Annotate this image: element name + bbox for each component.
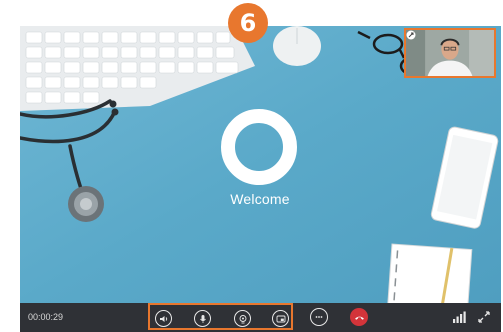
step-number: 6 bbox=[239, 9, 257, 37]
participant-video-image bbox=[406, 30, 494, 76]
video-stage: Welcome bbox=[20, 26, 501, 306]
camera-button[interactable] bbox=[234, 310, 251, 327]
screen-share-icon bbox=[276, 315, 285, 322]
call-toolbar: 00:00:29 bbox=[20, 303, 501, 332]
expand-icon[interactable] bbox=[406, 30, 416, 40]
screen-share-button[interactable] bbox=[272, 310, 289, 327]
call-timer: 00:00:29 bbox=[28, 312, 64, 322]
more-options-icon bbox=[315, 316, 323, 318]
more-options-button[interactable] bbox=[310, 308, 328, 326]
fullscreen-icon[interactable] bbox=[477, 310, 491, 324]
speaker-icon bbox=[159, 315, 167, 322]
camera-icon bbox=[239, 314, 246, 323]
welcome-label: Welcome bbox=[230, 191, 290, 207]
microphone-button[interactable] bbox=[194, 310, 211, 327]
media-controls-highlight bbox=[148, 303, 293, 330]
speaker-button[interactable] bbox=[155, 310, 172, 327]
microphone-icon bbox=[199, 314, 206, 323]
self-view-video[interactable] bbox=[404, 28, 496, 78]
welcome-logo bbox=[221, 109, 297, 185]
hang-up-button[interactable] bbox=[350, 308, 368, 326]
hang-up-icon bbox=[354, 316, 364, 320]
step-number-badge: 6 bbox=[228, 3, 268, 43]
signal-strength-icon bbox=[453, 311, 466, 323]
